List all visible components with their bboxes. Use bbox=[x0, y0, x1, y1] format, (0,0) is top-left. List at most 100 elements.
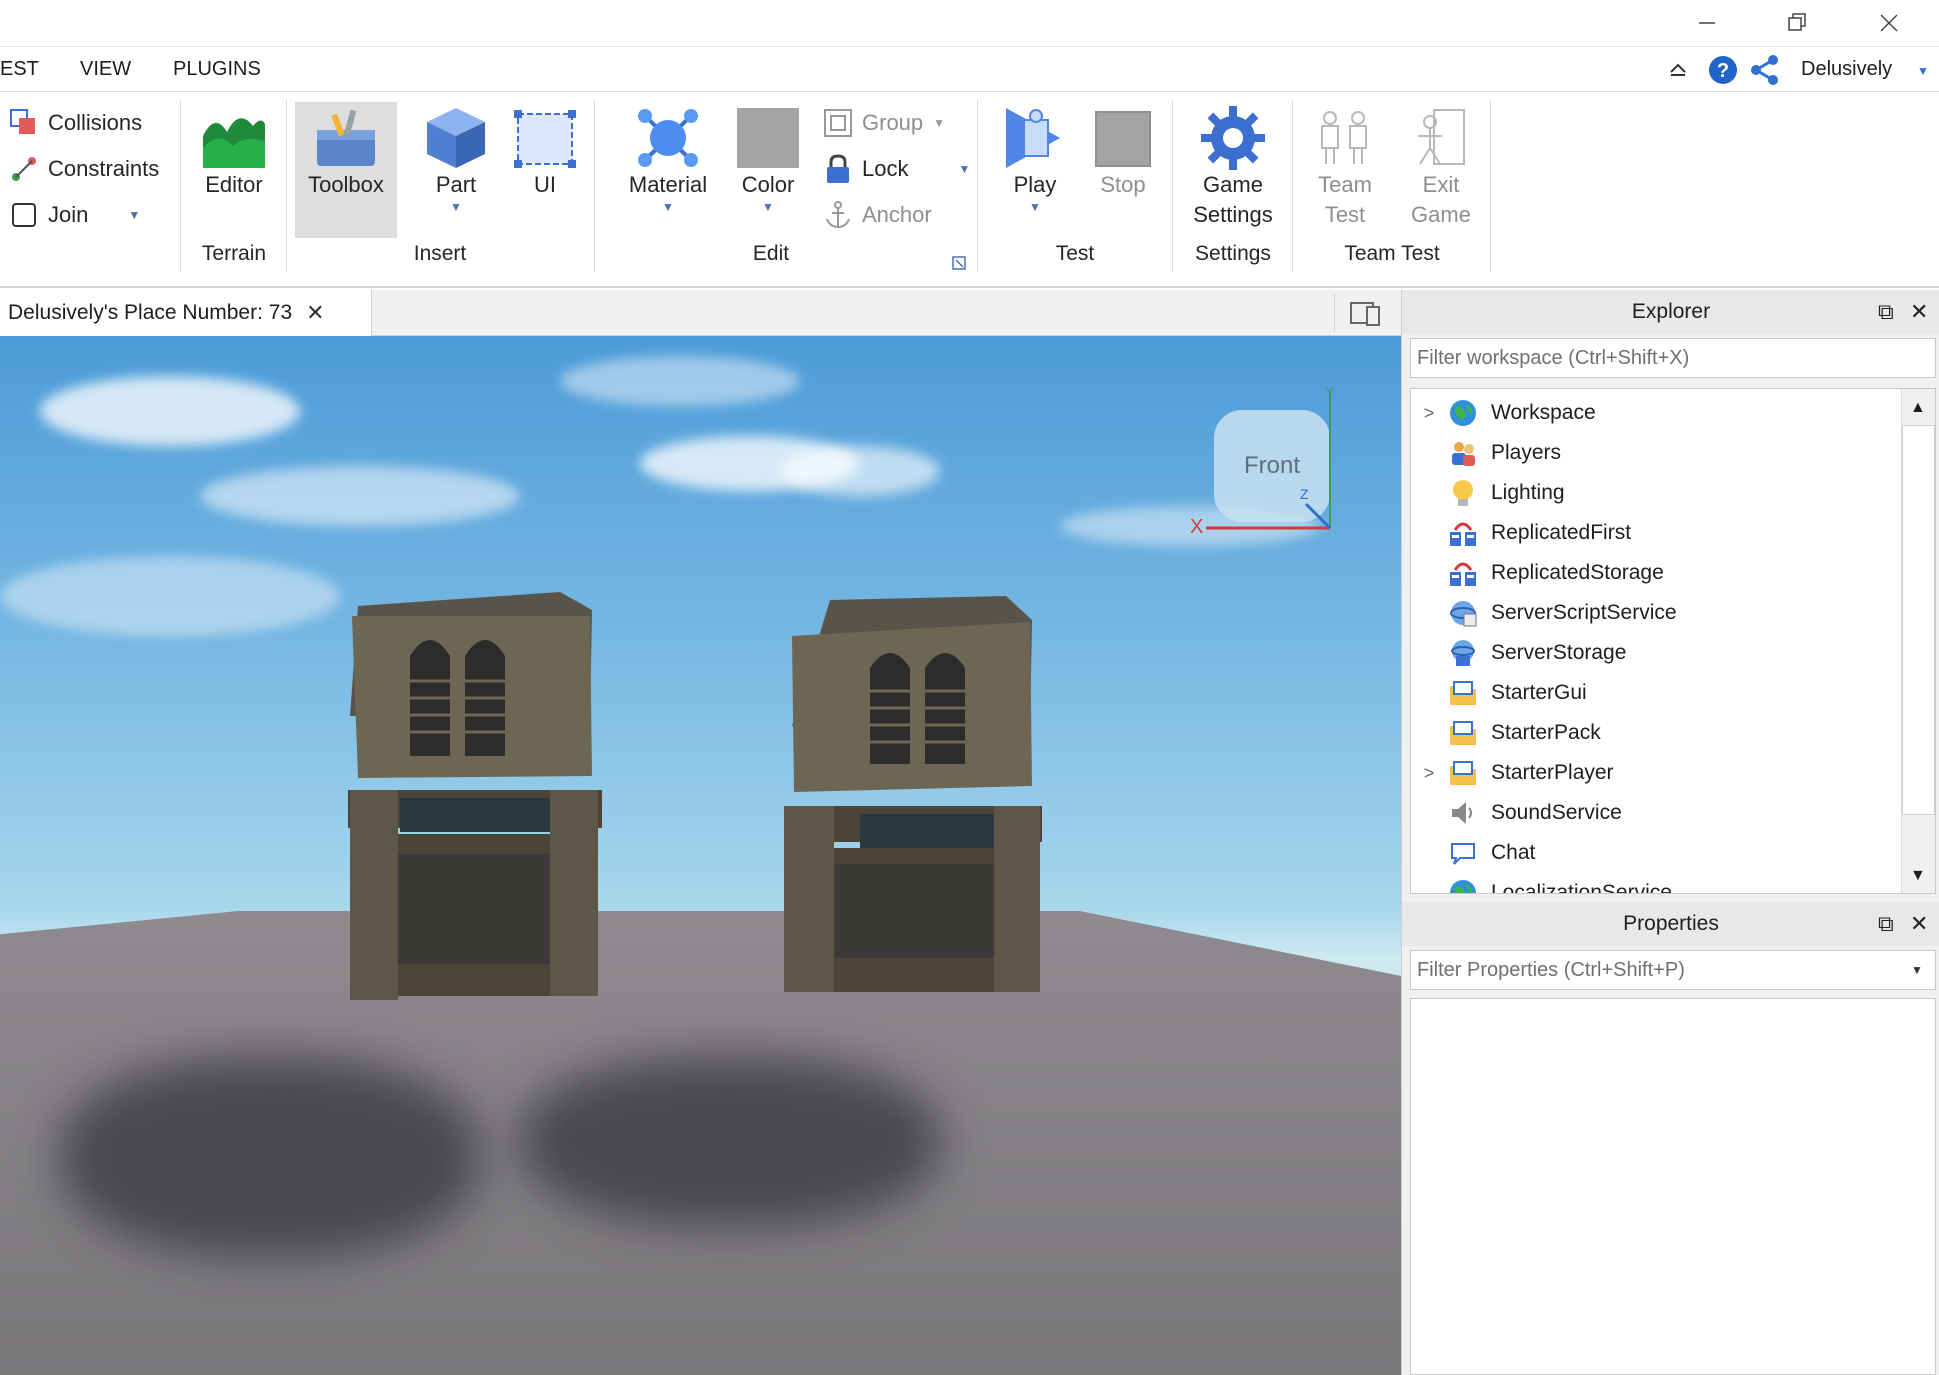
constraints-icon bbox=[12, 157, 36, 181]
restore-button[interactable] bbox=[1766, 0, 1828, 45]
folder-icon bbox=[1447, 717, 1479, 749]
divider bbox=[1172, 100, 1173, 272]
chevron-down-icon: ▼ bbox=[762, 200, 774, 214]
stop-button[interactable]: Stop bbox=[1086, 106, 1160, 200]
close-icon[interactable]: ✕ bbox=[1910, 902, 1928, 946]
join-toggle[interactable]: Join ▼ bbox=[8, 198, 140, 232]
explorer-item-starterpack[interactable]: StarterPack bbox=[1411, 713, 1901, 753]
device-icon bbox=[1349, 302, 1380, 326]
chevron-right-icon[interactable]: > bbox=[1411, 403, 1447, 424]
scroll-down-icon[interactable]: ▼ bbox=[1910, 867, 1926, 885]
explorer-item-label: StarterGui bbox=[1491, 681, 1587, 704]
part-button[interactable]: Part ▼ bbox=[416, 106, 496, 214]
scroll-thumb[interactable] bbox=[1902, 425, 1935, 815]
explorer-item-serverstorage[interactable]: ServerStorage bbox=[1411, 633, 1901, 673]
color-swatch-icon bbox=[737, 108, 799, 168]
material-label: Material bbox=[628, 172, 708, 197]
explorer-item-replicatedfirst[interactable]: ReplicatedFirst bbox=[1411, 513, 1901, 553]
material-button[interactable]: Material ▼ bbox=[620, 106, 716, 214]
share-icon bbox=[1751, 55, 1778, 85]
replicated-icon bbox=[1447, 557, 1479, 589]
properties-filter-input[interactable]: Filter Properties (Ctrl+Shift+P) ▼ bbox=[1410, 950, 1936, 990]
game-settings-button[interactable]: Game Settings bbox=[1180, 106, 1286, 230]
explorer-item-label: SoundService bbox=[1491, 801, 1622, 824]
play-button[interactable]: Play ▼ bbox=[990, 106, 1080, 214]
document-tab-bar: Delusively's Place Number: 73 ✕ bbox=[0, 290, 1401, 336]
3d-viewport[interactable]: Front X Y Z bbox=[0, 336, 1401, 1375]
explorer-item-localizationservice[interactable]: LocalizationService bbox=[1411, 873, 1901, 894]
ui-label: UI bbox=[534, 172, 556, 197]
chevron-right-icon[interactable]: > bbox=[1411, 763, 1447, 784]
cloud bbox=[200, 466, 520, 526]
explorer-item-startergui[interactable]: StarterGui bbox=[1411, 673, 1901, 713]
user-dropdown-icon[interactable]: ▼ bbox=[1917, 64, 1929, 78]
gothic-tower-model[interactable] bbox=[780, 586, 1050, 996]
explorer-scrollbar[interactable]: ▲ ▼ bbox=[1901, 389, 1935, 893]
explorer-item-players[interactable]: Players bbox=[1411, 433, 1901, 473]
folder-icon bbox=[1447, 677, 1479, 709]
edit-settings-launcher[interactable] bbox=[952, 256, 966, 275]
material-icon bbox=[638, 109, 698, 167]
divider bbox=[594, 100, 595, 272]
menu-test[interactable]: EST bbox=[0, 47, 39, 92]
collisions-label: Collisions bbox=[48, 110, 143, 135]
axis-x-label: X bbox=[1190, 516, 1204, 538]
explorer-filter-input[interactable]: Filter workspace (Ctrl+Shift+X) bbox=[1410, 338, 1936, 378]
explorer-item-soundservice[interactable]: SoundService bbox=[1411, 793, 1901, 833]
device-emulator-button[interactable] bbox=[1334, 294, 1394, 332]
explorer-item-label: StarterPack bbox=[1491, 721, 1601, 744]
undock-icon[interactable]: ⧉ bbox=[1878, 902, 1894, 946]
team-test-button[interactable]: Team Test bbox=[1300, 106, 1390, 230]
tower-shadow bbox=[520, 1056, 940, 1226]
undock-icon[interactable]: ⧉ bbox=[1878, 290, 1894, 334]
collapse-ribbon-button[interactable] bbox=[1668, 59, 1688, 84]
close-window-button[interactable] bbox=[1858, 0, 1920, 45]
explorer-item-workspace[interactable]: > Workspace bbox=[1411, 393, 1901, 433]
team-test-label-2: Test bbox=[1324, 202, 1366, 227]
close-icon[interactable]: ✕ bbox=[1910, 290, 1928, 334]
group-button[interactable]: Group ▼ bbox=[822, 106, 945, 140]
minimize-button[interactable] bbox=[1676, 0, 1738, 45]
lock-button[interactable]: Lock ▼ bbox=[822, 152, 970, 186]
stop-label: Stop bbox=[1100, 172, 1146, 197]
close-tab-icon[interactable]: ✕ bbox=[306, 300, 324, 326]
divider bbox=[1490, 100, 1491, 272]
toolbox-button[interactable]: Toolbox bbox=[295, 106, 397, 200]
replicated-icon bbox=[1447, 517, 1479, 549]
chevron-down-icon[interactable]: ▼ bbox=[1911, 951, 1923, 989]
explorer-item-replicatedstorage[interactable]: ReplicatedStorage bbox=[1411, 553, 1901, 593]
divider bbox=[1292, 100, 1293, 272]
explorer-item-lighting[interactable]: Lighting bbox=[1411, 473, 1901, 513]
explorer-item-label: ReplicatedFirst bbox=[1491, 521, 1632, 544]
explorer-item-label: LocalizationService bbox=[1491, 881, 1672, 894]
gothic-tower-model[interactable] bbox=[340, 586, 610, 1006]
scroll-up-icon[interactable]: ▲ bbox=[1910, 399, 1926, 417]
right-dock: Explorer ⧉ ✕ Filter workspace (Ctrl+Shif… bbox=[1401, 290, 1939, 1375]
ribbon: Collisions Constraints Join ▼ Editor Ter… bbox=[0, 92, 1939, 288]
explorer-title: Explorer bbox=[1631, 300, 1711, 323]
explorer-item-label: ServerStorage bbox=[1491, 641, 1627, 664]
explorer-tree: > Workspace Players Lighting ReplicatedFirst… bbox=[1410, 388, 1936, 894]
color-button[interactable]: Color ▼ bbox=[728, 106, 808, 214]
ui-frame-icon bbox=[514, 110, 576, 168]
collisions-toggle[interactable]: Collisions bbox=[8, 106, 142, 140]
help-button[interactable]: ? bbox=[1707, 54, 1739, 91]
chevron-down-icon: ▼ bbox=[1029, 200, 1041, 214]
share-button[interactable] bbox=[1749, 54, 1781, 91]
menu-view[interactable]: VIEW bbox=[80, 47, 131, 92]
anchor-button[interactable]: Anchor bbox=[822, 198, 932, 232]
terrain-editor-label: Editor bbox=[205, 172, 263, 197]
explorer-item-chat[interactable]: Chat bbox=[1411, 833, 1901, 873]
exit-game-button[interactable]: Exit Game bbox=[1396, 106, 1486, 230]
menu-plugins[interactable]: PLUGINS bbox=[173, 47, 261, 92]
properties-filter-placeholder: Filter Properties (Ctrl+Shift+P) bbox=[1417, 959, 1685, 981]
constraints-toggle[interactable]: Constraints bbox=[8, 152, 159, 186]
constraints-label: Constraints bbox=[48, 156, 160, 181]
ui-button[interactable]: UI bbox=[510, 106, 580, 200]
explorer-item-serverscriptservice[interactable]: ServerScriptService bbox=[1411, 593, 1901, 633]
user-name[interactable]: Delusively bbox=[1801, 47, 1892, 92]
explorer-item-starterplayer[interactable]: > StarterPlayer bbox=[1411, 753, 1901, 793]
globe-icon bbox=[1447, 397, 1479, 429]
terrain-editor-button[interactable]: Editor bbox=[192, 106, 276, 200]
document-tab[interactable]: Delusively's Place Number: 73 ✕ bbox=[0, 290, 372, 336]
